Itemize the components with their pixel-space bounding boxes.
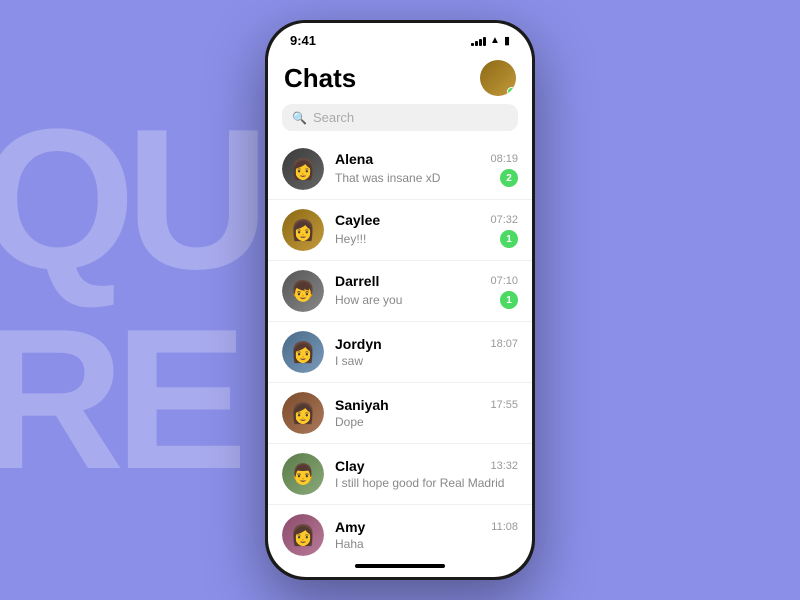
chats-header: Chats [268, 52, 532, 104]
chat-item[interactable]: 👦 Darrell 07:10 How are you 1 [268, 261, 532, 322]
chat-preview: That was insane xD [335, 171, 494, 185]
unread-badge: 1 [500, 230, 518, 248]
chat-name: Darrell [335, 273, 379, 289]
status-icons: ▲ ▮ [471, 34, 510, 47]
search-icon: 🔍 [292, 111, 307, 125]
status-time: 9:41 [290, 33, 316, 48]
chat-item[interactable]: 👩 Caylee 07:32 Hey!!! 1 [268, 200, 532, 261]
chat-item[interactable]: 👨 Clay 13:32 I still hope good for Real … [268, 444, 532, 505]
phone-screen: 9:41 ▲ ▮ Chats 🔍 [268, 23, 532, 577]
chat-name: Saniyah [335, 397, 389, 413]
chat-time: 18:07 [490, 338, 518, 350]
chat-avatar: 👦 [282, 270, 324, 312]
chat-preview: Haha [335, 537, 518, 551]
home-indicator [268, 559, 532, 577]
background-watermark: QURE [0, 100, 260, 500]
unread-badge: 2 [500, 169, 518, 187]
chat-avatar: 👩 [282, 331, 324, 373]
chat-time: 11:08 [491, 521, 518, 533]
battery-icon: ▮ [504, 34, 510, 47]
chat-item[interactable]: 👩 Jordyn 18:07 I saw [268, 322, 532, 383]
status-bar: 9:41 ▲ ▮ [268, 23, 532, 52]
chat-name: Alena [335, 151, 373, 167]
chat-time: 13:32 [490, 460, 518, 472]
chat-content: Caylee 07:32 Hey!!! 1 [335, 212, 518, 248]
chat-item[interactable]: 👩 Amy 11:08 Haha [268, 505, 532, 559]
chat-preview: Dope [335, 415, 518, 429]
search-bar: 🔍 Search [268, 104, 532, 139]
chat-item[interactable]: 👩 Alena 08:19 That was insane xD 2 [268, 139, 532, 200]
chat-avatar: 👩 [282, 392, 324, 434]
chat-content: Saniyah 17:55 Dope [335, 397, 518, 429]
chat-time: 08:19 [490, 153, 518, 165]
chat-content: Clay 13:32 I still hope good for Real Ma… [335, 458, 518, 490]
chat-content: Amy 11:08 Haha [335, 519, 518, 551]
search-input-wrap[interactable]: 🔍 Search [282, 104, 518, 131]
search-placeholder: Search [313, 110, 354, 125]
unread-badge: 1 [500, 291, 518, 309]
online-indicator [507, 87, 516, 96]
chat-time: 17:55 [490, 399, 518, 411]
chat-avatar: 👩 [282, 209, 324, 251]
phone-frame: 9:41 ▲ ▮ Chats 🔍 [265, 20, 535, 580]
chat-content: Jordyn 18:07 I saw [335, 336, 518, 368]
chat-avatar: 👩 [282, 148, 324, 190]
chat-item[interactable]: 👩 Saniyah 17:55 Dope [268, 383, 532, 444]
chat-preview: I still hope good for Real Madrid [335, 476, 518, 490]
chat-name: Clay [335, 458, 365, 474]
chat-time: 07:32 [490, 214, 518, 226]
chat-avatar: 👨 [282, 453, 324, 495]
chat-preview: How are you [335, 293, 494, 307]
home-bar [355, 564, 445, 568]
signal-icon [471, 36, 486, 46]
chat-name: Caylee [335, 212, 380, 228]
chat-avatar: 👩 [282, 514, 324, 556]
chat-content: Alena 08:19 That was insane xD 2 [335, 151, 518, 187]
chat-preview: Hey!!! [335, 232, 494, 246]
chat-content: Darrell 07:10 How are you 1 [335, 273, 518, 309]
chat-list: 👩 Alena 08:19 That was insane xD 2 👩 Cay… [268, 139, 532, 559]
user-avatar-header[interactable] [480, 60, 516, 96]
chat-name: Jordyn [335, 336, 382, 352]
chat-name: Amy [335, 519, 365, 535]
chat-time: 07:10 [490, 275, 518, 287]
chat-preview: I saw [335, 354, 518, 368]
page-title: Chats [284, 63, 356, 94]
wifi-icon: ▲ [490, 35, 500, 46]
